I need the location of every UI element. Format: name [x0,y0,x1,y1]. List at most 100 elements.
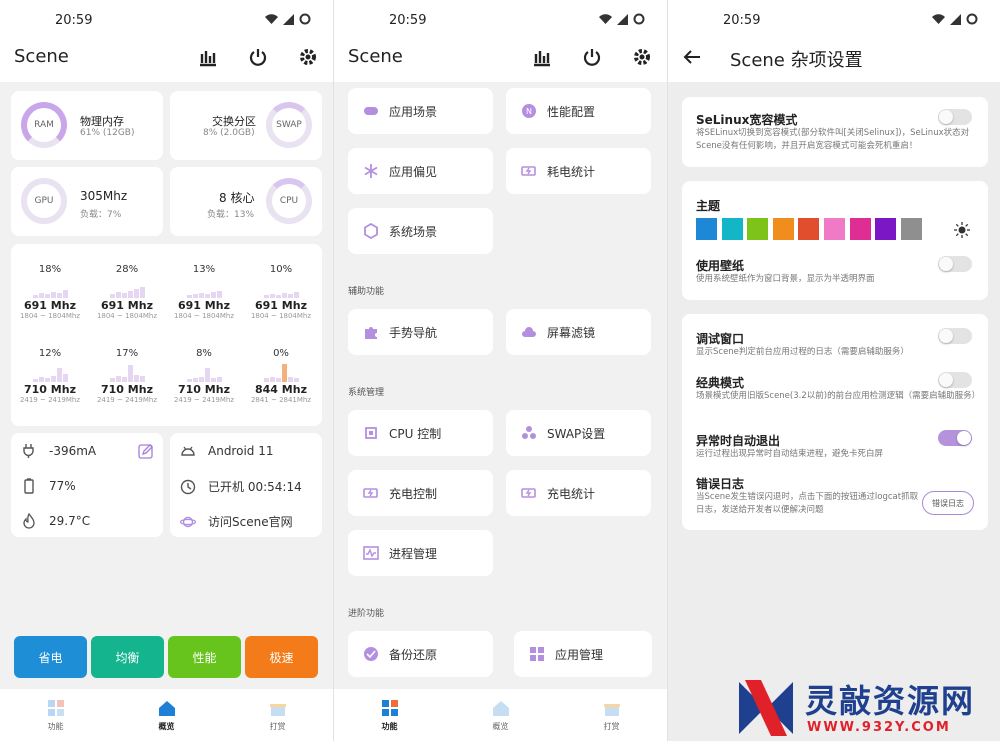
power-icon[interactable] [247,46,269,68]
power-stats-button[interactable]: 耗电统计 [506,148,651,194]
core-load-bar [293,292,299,298]
core-load-bar [133,375,139,382]
theme-swatch[interactable] [849,218,871,240]
theme-swatch[interactable] [798,218,820,240]
app-mgr-button[interactable]: 应用管理 [514,631,652,677]
nav-donate[interactable]: 打赏 [222,689,333,741]
sys-scene-button[interactable]: 系统场景 [348,208,493,254]
mode-balance-button[interactable]: 均衡 [91,636,164,678]
gear-icon[interactable] [631,46,653,68]
theme-swatch[interactable] [747,218,769,240]
chart-icon[interactable] [197,46,219,68]
status-bar: 20:59 [334,0,667,40]
theme-swatch[interactable] [875,218,897,240]
screen-filter-button[interactable]: 屏幕滤镜 [506,309,651,355]
backup-button[interactable]: 备份还原 [348,631,493,677]
hexagon-icon [364,223,378,239]
mode-performance-button[interactable]: 性能 [168,636,241,678]
core-load-bar [44,378,50,382]
website-link[interactable]: 访问Scene官网 [208,513,293,530]
theme-swatch[interactable] [696,218,717,240]
nav-donate[interactable]: 打赏 [556,689,667,741]
core-range: 1804 ~ 1804Mhz [173,312,235,320]
app-scene-button[interactable]: 应用场景 [348,88,493,134]
selinux-toggle[interactable] [938,109,972,125]
nav-features[interactable]: 功能 [334,689,445,741]
classic-title: 经典模式 [696,376,745,390]
gesture-nav-button[interactable]: 手势导航 [348,309,493,355]
cpu-load: 负载：13% [207,210,255,220]
core-load-bar [56,368,62,382]
cpu-control-label: CPU 控制 [389,426,442,441]
swap-ring: SWAP [266,102,312,148]
process-mgr-button[interactable]: 进程管理 [348,530,493,576]
wallpaper-desc: 使用系统壁纸作为窗口背景，显示为半透明界面 [696,274,875,284]
core-load-bar [38,377,44,382]
cpu-core: 10% 691 Mhz 1804 ~ 1804Mhz [245,264,317,320]
app-pref-button[interactable]: 应用偏见 [348,148,493,194]
nav-overview-label: 概览 [492,722,509,731]
app-grid-icon [530,647,544,661]
chart-icon[interactable] [531,46,553,68]
charge-stats-button[interactable]: 充电统计 [506,470,651,516]
debug-title: 调试窗口 [696,332,745,346]
edit-icon[interactable] [138,443,154,459]
theme-swatch[interactable] [721,218,743,240]
website-row[interactable]: 访问Scene官网 [180,513,293,530]
bottom-nav: 功能 概览 打赏 [334,689,667,741]
swap-card[interactable]: 交换分区 8% (2.0GB) SWAP [170,91,322,160]
battery-level: 77% [49,479,76,493]
gear-icon[interactable] [297,46,319,68]
charge-control-button[interactable]: 充电控制 [348,470,493,516]
power-icon[interactable] [581,46,603,68]
gpu-card[interactable]: GPU 305Mhz 负载：7% [11,167,163,236]
core-load-history [168,278,240,298]
core-frequency: 710 Mhz [24,383,76,396]
status-time: 20:59 [723,13,761,28]
brightness-icon[interactable] [954,222,970,238]
nav-overview-label: 概览 [158,722,175,731]
ram-ring: RAM [21,102,67,148]
core-load-history [91,362,163,382]
core-load-percent: 13% [192,264,216,275]
perf-config-label: 性能配置 [547,104,596,119]
cpu-control-button[interactable]: CPU 控制 [348,410,493,456]
cpu-core: 18% 691 Mhz 1804 ~ 1804Mhz [14,264,86,320]
nav-overview[interactable]: 概览 [111,689,222,741]
battery-bolt-icon [521,488,536,498]
nav-overview[interactable]: 概览 [445,689,556,741]
core-load-percent: 28% [115,264,139,275]
pulse-icon [363,546,379,560]
core-load-bar [210,292,216,298]
back-arrow-icon[interactable] [683,49,701,65]
cpu-cores: 8 核心 [219,191,255,205]
home-icon [492,701,509,716]
ram-card[interactable]: RAM 物理内存 61% (12GB) [11,91,163,160]
swap-settings-button[interactable]: SWAP设置 [506,410,651,456]
theme-swatch[interactable] [824,218,845,240]
classic-toggle[interactable] [938,372,972,388]
uptime-row: 已开机 00:54:14 [180,478,302,495]
ram-title: 物理内存 [80,115,124,128]
core-load-bar [127,291,133,298]
core-load-bar [133,289,139,298]
core-load-bar [38,293,44,298]
status-icons [265,13,311,25]
theme-swatch[interactable] [900,218,922,240]
mode-powersave-button[interactable]: 省电 [14,636,87,678]
cpu-ring: CPU [266,178,312,224]
core-load-bar [281,293,287,298]
mode-fast-button[interactable]: 极速 [245,636,318,678]
core-frequency: 844 Mhz [255,383,307,396]
wallpaper-toggle[interactable] [938,256,972,272]
app-pref-label: 应用偏见 [389,164,438,179]
autoexit-toggle[interactable] [938,430,972,446]
cpu-card[interactable]: 8 核心 负载：13% CPU [170,167,322,236]
debug-toggle[interactable] [938,328,972,344]
nav-features[interactable]: 功能 [0,689,111,741]
perf-config-button[interactable]: N 性能配置 [506,88,651,134]
errlog-button[interactable]: 错误日志 [922,491,974,515]
cpu-core: 17% 710 Mhz 2419 ~ 2419Mhz [91,348,163,404]
theme-swatch[interactable] [772,218,794,240]
core-load-bar [50,292,56,298]
